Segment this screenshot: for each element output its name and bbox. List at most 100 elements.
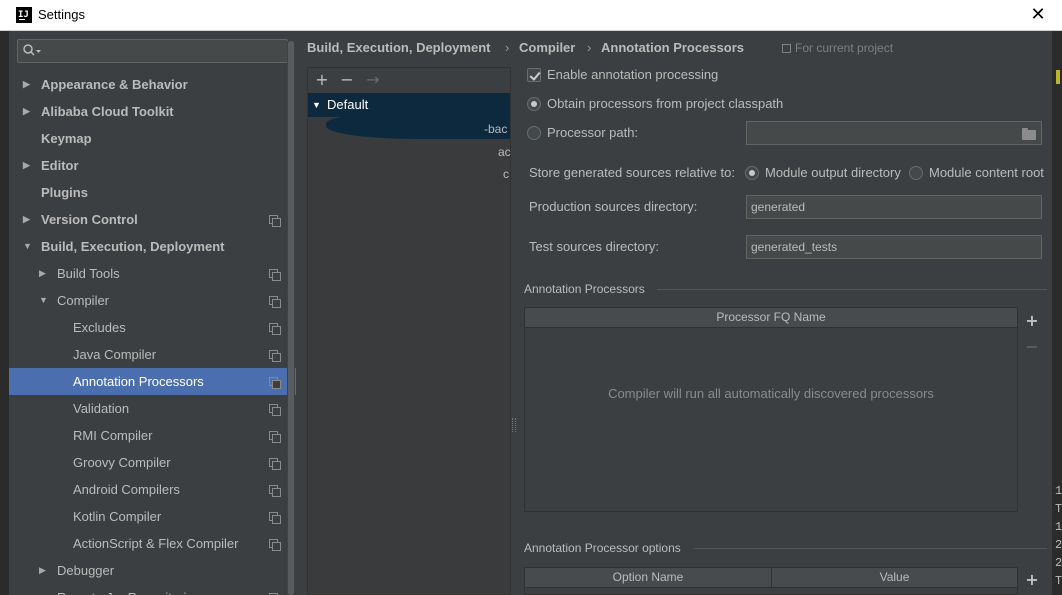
processor-path-input[interactable] [746, 121, 1042, 145]
window-title: Settings [38, 7, 85, 22]
sidebar-item[interactable]: ActionScript & Flex Compiler [9, 530, 296, 557]
left-window-edge [0, 31, 9, 595]
intellij-app-icon: IJ [16, 7, 32, 23]
sidebar-item[interactable]: ▶ Version Control [9, 206, 296, 233]
project-scope-icon [269, 323, 281, 335]
enable-annotation-label: Enable annotation processing [547, 67, 719, 82]
sidebar-item-label: Annotation Processors [73, 374, 204, 389]
sidebar-item-label: Debugger [57, 563, 115, 578]
tree-scrollbar-thumb[interactable] [288, 41, 294, 595]
test-dir-input[interactable]: generated_tests [746, 235, 1042, 259]
add-option-button[interactable]: + [1024, 572, 1040, 588]
chevron-down-icon[interactable]: ▼ [23, 233, 33, 260]
sidebar-item-label: ActionScript & Flex Compiler [73, 536, 239, 551]
module-output-radio[interactable] [745, 166, 759, 180]
sidebar-item[interactable]: Excludes [9, 314, 296, 341]
sidebar-item[interactable]: ▶ Appearance & Behavior [9, 71, 296, 98]
profiles-list: ▼ Default -bac ac c [308, 93, 511, 593]
store-sources-label: Store generated sources relative to: [529, 165, 735, 180]
sidebar-item[interactable]: Groovy Compiler [9, 449, 296, 476]
sidebar-item[interactable]: ▶ Build Tools [9, 260, 296, 287]
section-divider [657, 289, 1047, 290]
obtain-from-classpath-label: Obtain processors from project classpath [547, 96, 784, 111]
sidebar-item-label: RMI Compiler [73, 428, 153, 443]
section-divider [694, 548, 1047, 549]
sidebar-item[interactable]: ▶ Debugger [9, 557, 296, 584]
sidebar-item[interactable]: Remote Jar Repositories [9, 584, 296, 595]
sidebar-item[interactable]: Java Compiler [9, 341, 296, 368]
obtain-from-classpath-radio[interactable] [527, 97, 541, 111]
project-scope-icon [269, 269, 281, 281]
sidebar-item-label: Keymap [41, 131, 92, 146]
add-processor-button[interactable]: + [1024, 313, 1040, 329]
chevron-right-icon[interactable]: ▶ [23, 152, 33, 179]
project-scope-icon [269, 377, 281, 389]
breadcrumb-item-build: Build, Execution, Deployment [307, 40, 491, 55]
redacted-region [326, 113, 510, 139]
panel-splitter-handle[interactable] [512, 418, 516, 432]
project-scope-icon [269, 431, 281, 443]
chevron-right-icon[interactable]: ▶ [23, 71, 33, 98]
chevron-down-icon[interactable]: ▼ [39, 287, 49, 314]
folder-icon[interactable] [1022, 128, 1036, 140]
options-section-title: Annotation Processor options [524, 541, 681, 555]
sidebar-item-label: Remote Jar Repositories [57, 584, 200, 595]
option-value-column[interactable]: Value [772, 568, 1017, 588]
add-profile-button[interactable]: + [313, 70, 331, 90]
sidebar-item[interactable]: Plugins [9, 179, 296, 206]
processor-path-radio[interactable] [527, 126, 541, 140]
project-scope-icon [269, 296, 281, 308]
chevron-right-icon[interactable]: ▶ [23, 206, 33, 233]
settings-tree-panel: ▶ Appearance & Behavior ▶ Alibaba Cloud Too… [9, 31, 296, 595]
sidebar-item-label: Excludes [73, 320, 126, 335]
production-dir-input[interactable]: generated [746, 195, 1042, 219]
sidebar-item-label: Editor [41, 158, 79, 173]
processors-section-title: Annotation Processors [524, 282, 645, 296]
sidebar-item-label: Kotlin Compiler [73, 509, 162, 524]
breadcrumb-separator: › [587, 40, 592, 55]
processors-empty-text: Compiler will run all automatically disc… [608, 386, 934, 401]
sidebar-item[interactable]: ▶ Editor [9, 152, 296, 179]
processor-fq-name-column[interactable]: Processor FQ Name [525, 308, 1017, 328]
move-to-profile-button[interactable]: → [364, 70, 382, 90]
background-text: 2 [1055, 538, 1062, 552]
chevron-right-icon[interactable]: ▶ [39, 260, 49, 287]
sidebar-item-label: Version Control [41, 212, 138, 227]
sidebar-item[interactable]: RMI Compiler [9, 422, 296, 449]
sidebar-item[interactable]: Validation [9, 395, 296, 422]
remove-processor-button[interactable]: − [1024, 339, 1040, 355]
sidebar-item[interactable]: ▶ Alibaba Cloud Toolkit [9, 98, 296, 125]
background-text: 2 [1055, 556, 1062, 570]
sidebar-item[interactable]: ▼ Compiler [9, 287, 296, 314]
module-content-root-radio[interactable] [909, 166, 923, 180]
sidebar-item-label: Build Tools [57, 266, 120, 281]
sidebar-item-label: Validation [73, 401, 130, 416]
sidebar-item[interactable]: Android Compilers [9, 476, 296, 503]
chevron-down-icon[interactable]: ▼ [312, 93, 321, 117]
search-input[interactable] [44, 43, 284, 59]
chevron-right-icon[interactable]: ▶ [23, 98, 33, 125]
list-item[interactable]: -bac [484, 122, 507, 136]
module-output-label: Module output directory [765, 165, 901, 180]
sidebar-item[interactable]: Annotation Processors [9, 368, 296, 395]
background-text: 1 [1055, 520, 1062, 534]
sidebar-item-label: Plugins [41, 185, 88, 200]
close-icon[interactable]: ✕ [1028, 5, 1048, 25]
sidebar-item[interactable]: Kotlin Compiler [9, 503, 296, 530]
chevron-right-icon[interactable]: ▶ [39, 557, 49, 584]
enable-annotation-checkbox[interactable] [527, 68, 541, 82]
options-table[interactable]: Option Name Value [524, 567, 1018, 595]
list-item[interactable]: c [503, 167, 509, 181]
sidebar-item-label: Compiler [57, 293, 110, 308]
sidebar-item[interactable]: Keymap [9, 125, 296, 152]
list-item[interactable]: ac [498, 145, 511, 159]
processors-table[interactable]: Processor FQ Name Compiler will run all … [524, 307, 1018, 512]
remove-profile-button[interactable]: − [338, 70, 356, 90]
editor-marker [1056, 70, 1060, 84]
project-scope-icon [782, 44, 791, 53]
sidebar-item[interactable]: ▼ Build, Execution, Deployment [9, 233, 296, 260]
module-content-root-label: Module content root [929, 165, 1044, 180]
project-scope-icon [269, 539, 281, 551]
option-name-column[interactable]: Option Name [525, 568, 772, 588]
search-box[interactable] [17, 39, 288, 63]
